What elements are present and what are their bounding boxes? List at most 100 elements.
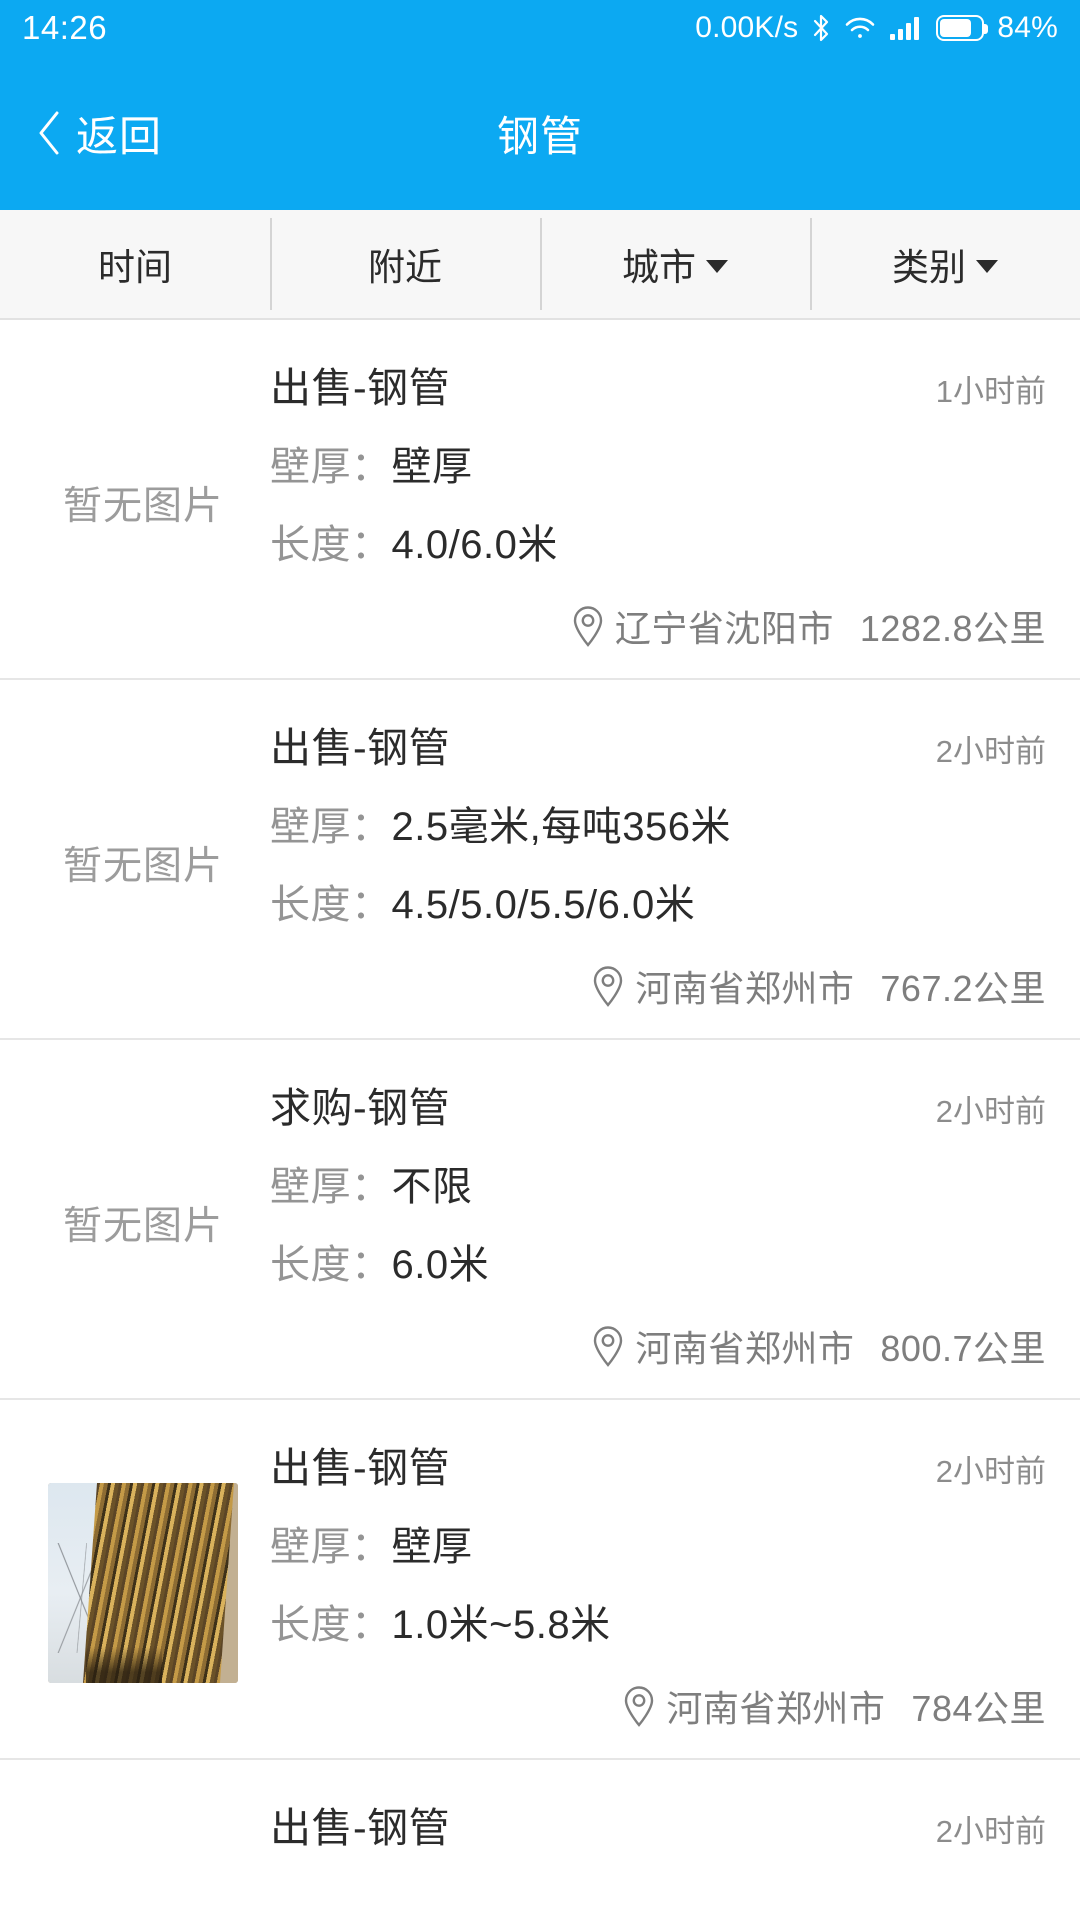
listing-time: 2小时前 bbox=[935, 1814, 1046, 1849]
listing-length-row: 长度： 1.0米~5.8米 bbox=[270, 1592, 1046, 1650]
location-distance: 800.7公里 bbox=[880, 1328, 1046, 1369]
listing-thumbnail bbox=[34, 1434, 252, 1732]
listing-info: 出售-钢管 2小时前 bbox=[252, 1794, 1046, 1854]
thickness-value: 壁厚 bbox=[391, 445, 473, 489]
listing-header: 求购-钢管 2小时前 bbox=[270, 1074, 1046, 1134]
length-label: 长度： bbox=[270, 1603, 392, 1647]
chevron-down-icon bbox=[976, 259, 998, 273]
filter-tab-category[interactable]: 类别 bbox=[810, 210, 1080, 318]
listing-title: 出售-钢管 bbox=[270, 1445, 451, 1491]
listing-thumbnail: 暂无图片 bbox=[34, 714, 252, 1012]
location-pin-icon bbox=[591, 1325, 625, 1367]
listing-location-row: 辽宁省沈阳市 1282.8公里 bbox=[270, 600, 1046, 652]
thickness-value: 壁厚 bbox=[391, 1525, 473, 1569]
listing-info: 出售-钢管 2小时前 壁厚： 2.5毫米,每吨356米 长度： 4.5/5.0/… bbox=[252, 714, 1046, 1012]
no-image-placeholder-text: 暂无图片 bbox=[62, 845, 223, 888]
listing-location-row: 河南省郑州市 800.7公里 bbox=[270, 1320, 1046, 1372]
battery-fill bbox=[940, 19, 971, 37]
status-bar-clock: 14:26 bbox=[22, 9, 108, 46]
location-distance: 767.2公里 bbox=[880, 968, 1046, 1009]
status-bar: 14:26 0.00K/s 84% bbox=[0, 0, 1080, 56]
length-value: 4.5/5.0/5.5/6.0米 bbox=[391, 883, 696, 927]
location-name: 河南省郑州市 bbox=[666, 1688, 886, 1729]
listing-location-row: 河南省郑州市 767.2公里 bbox=[270, 960, 1046, 1012]
list-item[interactable]: 出售-钢管 2小时前 壁厚： 壁厚 长度： 1.0米~5.8米 河南省郑州市 7… bbox=[0, 1400, 1080, 1760]
listing-header: 出售-钢管 1小时前 bbox=[270, 354, 1046, 414]
length-value: 4.0/6.0米 bbox=[391, 523, 558, 567]
listing-time: 2小时前 bbox=[935, 1094, 1046, 1129]
bluetooth-icon bbox=[811, 13, 831, 43]
listing-time: 2小时前 bbox=[935, 1454, 1046, 1489]
listing-info: 出售-钢管 1小时前 壁厚： 壁厚 长度： 4.0/6.0米 辽宁省沈阳市 12… bbox=[252, 354, 1046, 652]
filter-tab-bar: 时间 附近 城市 类别 bbox=[0, 210, 1080, 320]
length-value: 1.0米~5.8米 bbox=[391, 1603, 611, 1647]
listing-info: 求购-钢管 2小时前 壁厚： 不限 长度： 6.0米 河南省郑州市 800.7公… bbox=[252, 1074, 1046, 1372]
listing-time: 2小时前 bbox=[935, 734, 1046, 769]
listing-time: 1小时前 bbox=[935, 374, 1046, 409]
photo-shadow-region bbox=[86, 1647, 162, 1683]
location-name: 河南省郑州市 bbox=[635, 968, 855, 1009]
listing-thickness-row: 壁厚： 2.5毫米,每吨356米 bbox=[270, 794, 1046, 852]
thickness-label: 壁厚： bbox=[270, 445, 392, 489]
listing-header: 出售-钢管 2小时前 bbox=[270, 714, 1046, 774]
listing-title: 求购-钢管 bbox=[270, 1085, 451, 1131]
listing-thickness-row: 壁厚： 不限 bbox=[270, 1154, 1046, 1212]
location-name: 辽宁省沈阳市 bbox=[614, 608, 834, 649]
chevron-left-icon bbox=[36, 110, 62, 156]
listing-length-row: 长度： 4.5/5.0/5.5/6.0米 bbox=[270, 872, 1046, 930]
listing-title: 出售-钢管 bbox=[270, 365, 451, 411]
thickness-value: 不限 bbox=[391, 1165, 473, 1209]
wifi-icon bbox=[844, 15, 876, 41]
listing-thickness-row: 壁厚： 壁厚 bbox=[270, 1514, 1046, 1572]
location-pin-icon bbox=[622, 1685, 656, 1727]
battery-percent-text: 84% bbox=[997, 11, 1058, 44]
listing-title: 出售-钢管 bbox=[270, 1805, 451, 1851]
location-distance: 1282.8公里 bbox=[859, 608, 1046, 649]
filter-tab-label: 时间 bbox=[98, 247, 172, 288]
back-button[interactable]: 返回 bbox=[0, 103, 162, 164]
listing-thumbnail: 暂无图片 bbox=[34, 1074, 252, 1372]
location-pin-icon bbox=[571, 605, 605, 647]
back-button-label: 返回 bbox=[76, 112, 163, 160]
listing-length-row: 长度： 4.0/6.0米 bbox=[270, 512, 1046, 570]
thickness-label: 壁厚： bbox=[270, 1165, 392, 1209]
list-item[interactable]: 暂无图片 出售-钢管 1小时前 壁厚： 壁厚 长度： 4.0/6.0米 辽宁省沈… bbox=[0, 320, 1080, 680]
location-pin-icon bbox=[591, 965, 625, 1007]
list-item[interactable]: 暂无图片 求购-钢管 2小时前 壁厚： 不限 长度： 6.0米 河南省郑州市 8… bbox=[0, 1040, 1080, 1400]
navigation-bar: 返回 钢管 bbox=[0, 56, 1080, 210]
no-image-placeholder-text: 暂无图片 bbox=[62, 1205, 223, 1248]
list-item[interactable]: 出售-钢管 2小时前 bbox=[0, 1760, 1080, 1880]
filter-tab-label: 附近 bbox=[368, 247, 442, 288]
filter-tab-city[interactable]: 城市 bbox=[540, 210, 810, 318]
thickness-label: 壁厚： bbox=[270, 1525, 392, 1569]
listing-length-row: 长度： 6.0米 bbox=[270, 1232, 1046, 1290]
length-label: 长度： bbox=[270, 883, 392, 927]
thickness-value: 2.5毫米,每吨356米 bbox=[391, 805, 731, 849]
no-image-placeholder-text: 暂无图片 bbox=[62, 485, 223, 528]
list-item[interactable]: 暂无图片 出售-钢管 2小时前 壁厚： 2.5毫米,每吨356米 长度： 4.5… bbox=[0, 680, 1080, 1040]
network-speed-text: 0.00K/s bbox=[695, 11, 799, 44]
length-label: 长度： bbox=[270, 1243, 392, 1287]
filter-tab-time[interactable]: 时间 bbox=[0, 210, 270, 318]
length-value: 6.0米 bbox=[391, 1243, 490, 1287]
listing-location-row: 河南省郑州市 784公里 bbox=[270, 1680, 1046, 1732]
filter-tab-label: 类别 bbox=[892, 247, 966, 288]
filter-tab-nearby[interactable]: 附近 bbox=[270, 210, 540, 318]
signal-icon bbox=[889, 15, 923, 41]
listing-thickness-row: 壁厚： 壁厚 bbox=[270, 434, 1046, 492]
listing-thumbnail bbox=[34, 1794, 252, 1854]
location-distance: 784公里 bbox=[911, 1688, 1046, 1729]
location-name: 河南省郑州市 bbox=[635, 1328, 855, 1369]
battery-icon bbox=[936, 15, 989, 41]
listing-info: 出售-钢管 2小时前 壁厚： 壁厚 长度： 1.0米~5.8米 河南省郑州市 7… bbox=[252, 1434, 1046, 1732]
filter-tab-label: 城市 bbox=[622, 247, 696, 288]
listing-header: 出售-钢管 2小时前 bbox=[270, 1434, 1046, 1494]
listing-title: 出售-钢管 bbox=[270, 725, 451, 771]
listing-header: 出售-钢管 2小时前 bbox=[270, 1794, 1046, 1854]
thickness-label: 壁厚： bbox=[270, 805, 392, 849]
listing-list: 暂无图片 出售-钢管 1小时前 壁厚： 壁厚 长度： 4.0/6.0米 辽宁省沈… bbox=[0, 320, 1080, 1880]
length-label: 长度： bbox=[270, 523, 392, 567]
status-bar-indicators: 0.00K/s 84% bbox=[695, 11, 1058, 45]
listing-thumbnail: 暂无图片 bbox=[34, 354, 252, 652]
listing-photo bbox=[48, 1483, 238, 1683]
